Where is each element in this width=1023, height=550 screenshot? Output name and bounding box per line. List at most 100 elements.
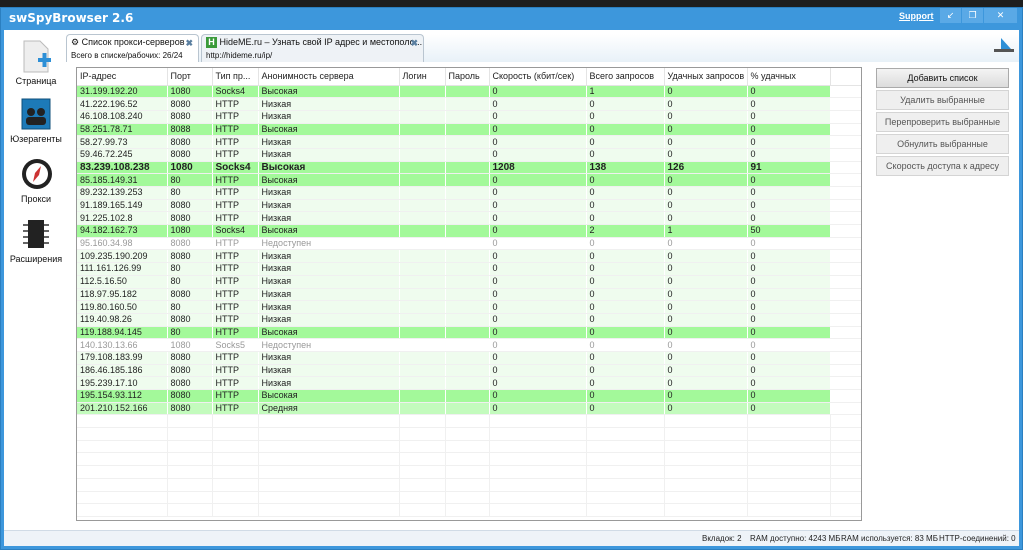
table-cell: 58.27.99.73 <box>77 135 168 149</box>
table-cell: 119.80.160.50 <box>77 300 168 314</box>
empty-cell <box>747 440 831 454</box>
table-cell: 0 <box>747 300 831 314</box>
table-cell <box>399 148 446 162</box>
empty-cell <box>399 465 446 479</box>
table-row[interactable]: 91.225.102.8 8080 HTTP Низкая 0 0 0 0 <box>77 211 861 226</box>
table-cell: Высокая <box>258 161 400 175</box>
table-cell <box>399 288 446 302</box>
table-row[interactable]: 179.108.183.99 8080 HTTP Низкая 0 0 0 0 <box>77 351 861 365</box>
close-tab-icon[interactable]: ✖ <box>185 38 193 49</box>
empty-cell <box>212 452 259 467</box>
close-tab-icon[interactable]: ✖ <box>410 38 418 49</box>
app-title: swSpyBrowser 2.6 <box>9 11 134 25</box>
table-cell: 58.251.78.71 <box>77 123 168 137</box>
table-cell: 1080 <box>167 85 213 99</box>
table-row[interactable]: 119.80.160.50 80 HTTP Низкая 0 0 0 0 <box>77 300 861 314</box>
action-buttons: Добавить список Удалить выбранные Перепр… <box>876 68 1009 178</box>
table-row[interactable]: 111.161.126.99 80 HTTP Низкая 0 0 0 0 <box>77 262 861 276</box>
table-cell: 0 <box>747 85 831 99</box>
tab-title: HideME.ru – Узнать свой IP адрес и место… <box>219 37 423 47</box>
ship-icon[interactable] <box>993 36 1015 56</box>
empty-cell <box>586 452 665 467</box>
table-cell: HTTP <box>212 402 259 416</box>
sidebar-item-useragents[interactable]: Юзерагенты <box>4 98 68 144</box>
table-cell <box>445 262 490 276</box>
table-cell: HTTP <box>212 123 259 137</box>
empty-cell <box>664 491 748 505</box>
add-list-button[interactable]: Добавить список <box>876 68 1009 88</box>
table-cell: 0 <box>489 173 587 187</box>
table-cell: 0 <box>586 173 665 187</box>
table-row[interactable]: 85.185.149.31 80 HTTP Высокая 0 0 0 0 <box>77 173 861 187</box>
table-row[interactable]: 83.239.108.238 1080 Socks4 Высокая 1208 138 12… <box>77 161 861 175</box>
table-cell: 80 <box>167 326 213 340</box>
table-cell: Низкая <box>258 300 400 314</box>
table-row[interactable]: 119.40.98.26 8080 HTTP Низкая 0 0 0 0 <box>77 313 861 327</box>
table-row[interactable]: 95.160.34.98 8080 HTTP Недоступен 0 0 0 0 <box>77 237 861 251</box>
empty-row <box>77 414 861 429</box>
table-cell: Низкая <box>258 364 400 378</box>
delete-selected-button[interactable]: Удалить выбранные <box>876 90 1009 110</box>
column-header[interactable]: IP-адрес <box>77 68 168 86</box>
recheck-selected-button[interactable]: Перепроверить выбранные <box>876 112 1009 132</box>
column-header[interactable]: Тип пр... <box>212 68 259 86</box>
table-row[interactable]: 201.210.152.166 8080 HTTP Средняя 0 0 0 0 <box>77 402 861 416</box>
tab-proxy-list[interactable]: ⚙ Список прокси-серверов Всего в списке/… <box>66 34 199 62</box>
column-header[interactable]: Анонимность сервера <box>258 68 400 86</box>
column-header[interactable]: Скорость (кбит/сек) <box>489 68 587 86</box>
table-cell-filler <box>830 326 861 340</box>
table-cell-filler <box>830 249 861 264</box>
table-row[interactable]: 118.97.95.182 8080 HTTP Низкая 0 0 0 0 <box>77 288 861 302</box>
table-cell: 0 <box>586 262 665 276</box>
empty-cell <box>747 491 831 505</box>
table-cell <box>445 338 490 352</box>
table-row[interactable]: 186.46.185.186 8080 HTTP Низкая 0 0 0 0 <box>77 364 861 378</box>
table-cell <box>445 275 490 289</box>
table-cell: 201.210.152.166 <box>77 402 168 416</box>
restore-button[interactable]: ❐ <box>961 8 983 23</box>
hideme-favicon-icon: H <box>206 37 217 48</box>
table-row[interactable]: 89.232.139.253 80 HTTP Низкая 0 0 0 0 <box>77 186 861 200</box>
column-header[interactable]: Порт <box>167 68 213 86</box>
table-row[interactable]: 46.108.108.240 8080 HTTP Низкая 0 0 0 0 <box>77 110 861 124</box>
table-cell: 0 <box>747 173 831 187</box>
tab-hideme[interactable]: H HideME.ru – Узнать свой IP адрес и мес… <box>201 34 424 62</box>
table-row[interactable]: 94.182.162.73 1080 Socks4 Высокая 0 2 1 50 <box>77 224 861 238</box>
column-header[interactable]: Удачных запросов <box>664 68 748 86</box>
reset-selected-button[interactable]: Обнулить выбранные <box>876 134 1009 154</box>
minimize-button[interactable]: ↙ <box>939 8 961 23</box>
table-row[interactable]: 140.130.13.66 1080 Socks5 Недоступен 0 0 0 0 <box>77 338 861 352</box>
table-row[interactable]: 91.189.165.149 8080 HTTP Низкая 0 0 0 0 <box>77 199 861 213</box>
table-cell: HTTP <box>212 237 259 251</box>
table-row[interactable]: 58.251.78.71 8088 HTTP Высокая 0 0 0 0 <box>77 123 861 137</box>
column-header[interactable]: Пароль <box>445 68 490 86</box>
table-row[interactable]: 195.239.17.10 8080 HTTP Низкая 0 0 0 0 <box>77 376 861 390</box>
table-row[interactable]: 59.46.72.245 8080 HTTP Низкая 0 0 0 0 <box>77 148 861 162</box>
table-cell: HTTP <box>212 186 259 200</box>
empty-row <box>77 503 861 517</box>
column-header[interactable]: Всего запросов <box>586 68 665 86</box>
sidebar-item-proxy[interactable]: Прокси <box>4 158 68 204</box>
table-row[interactable]: 58.27.99.73 8080 HTTP Низкая 0 0 0 0 <box>77 135 861 149</box>
table-cell: 140.130.13.66 <box>77 338 168 352</box>
table-row[interactable]: 119.188.94.145 80 HTTP Высокая 0 0 0 0 <box>77 326 861 340</box>
status-ram-used: RAM используется: 83 МБ <box>841 534 938 543</box>
table-cell: 0 <box>489 199 587 213</box>
support-link[interactable]: Support <box>899 11 934 21</box>
table-cell <box>399 389 446 403</box>
table-row[interactable]: 41.222.196.52 8080 HTTP Низкая 0 0 0 0 <box>77 97 861 111</box>
table-cell <box>399 262 446 276</box>
table-cell: 1208 <box>489 161 587 175</box>
column-header[interactable]: Логин <box>399 68 446 86</box>
column-header[interactable]: % удачных <box>747 68 831 86</box>
tab-subtitle: Всего в списке/рабочих: 26/24 <box>71 51 183 60</box>
sidebar-item-page[interactable]: Страница <box>4 40 68 86</box>
table-row[interactable]: 31.199.192.20 1080 Socks4 Высокая 0 1 0 0 <box>77 85 861 99</box>
table-row[interactable]: 109.235.190.209 8080 HTTP Низкая 0 0 0 0 <box>77 249 861 264</box>
empty-cell <box>77 465 168 479</box>
sidebar-item-extensions[interactable]: Расширения <box>4 218 68 264</box>
access-speed-button[interactable]: Скорость доступа к адресу <box>876 156 1009 176</box>
table-row[interactable]: 195.154.93.112 8080 HTTP Высокая 0 0 0 0 <box>77 389 861 403</box>
table-row[interactable]: 112.5.16.50 80 HTTP Низкая 0 0 0 0 <box>77 275 861 289</box>
close-button[interactable]: ✕ <box>983 8 1017 23</box>
